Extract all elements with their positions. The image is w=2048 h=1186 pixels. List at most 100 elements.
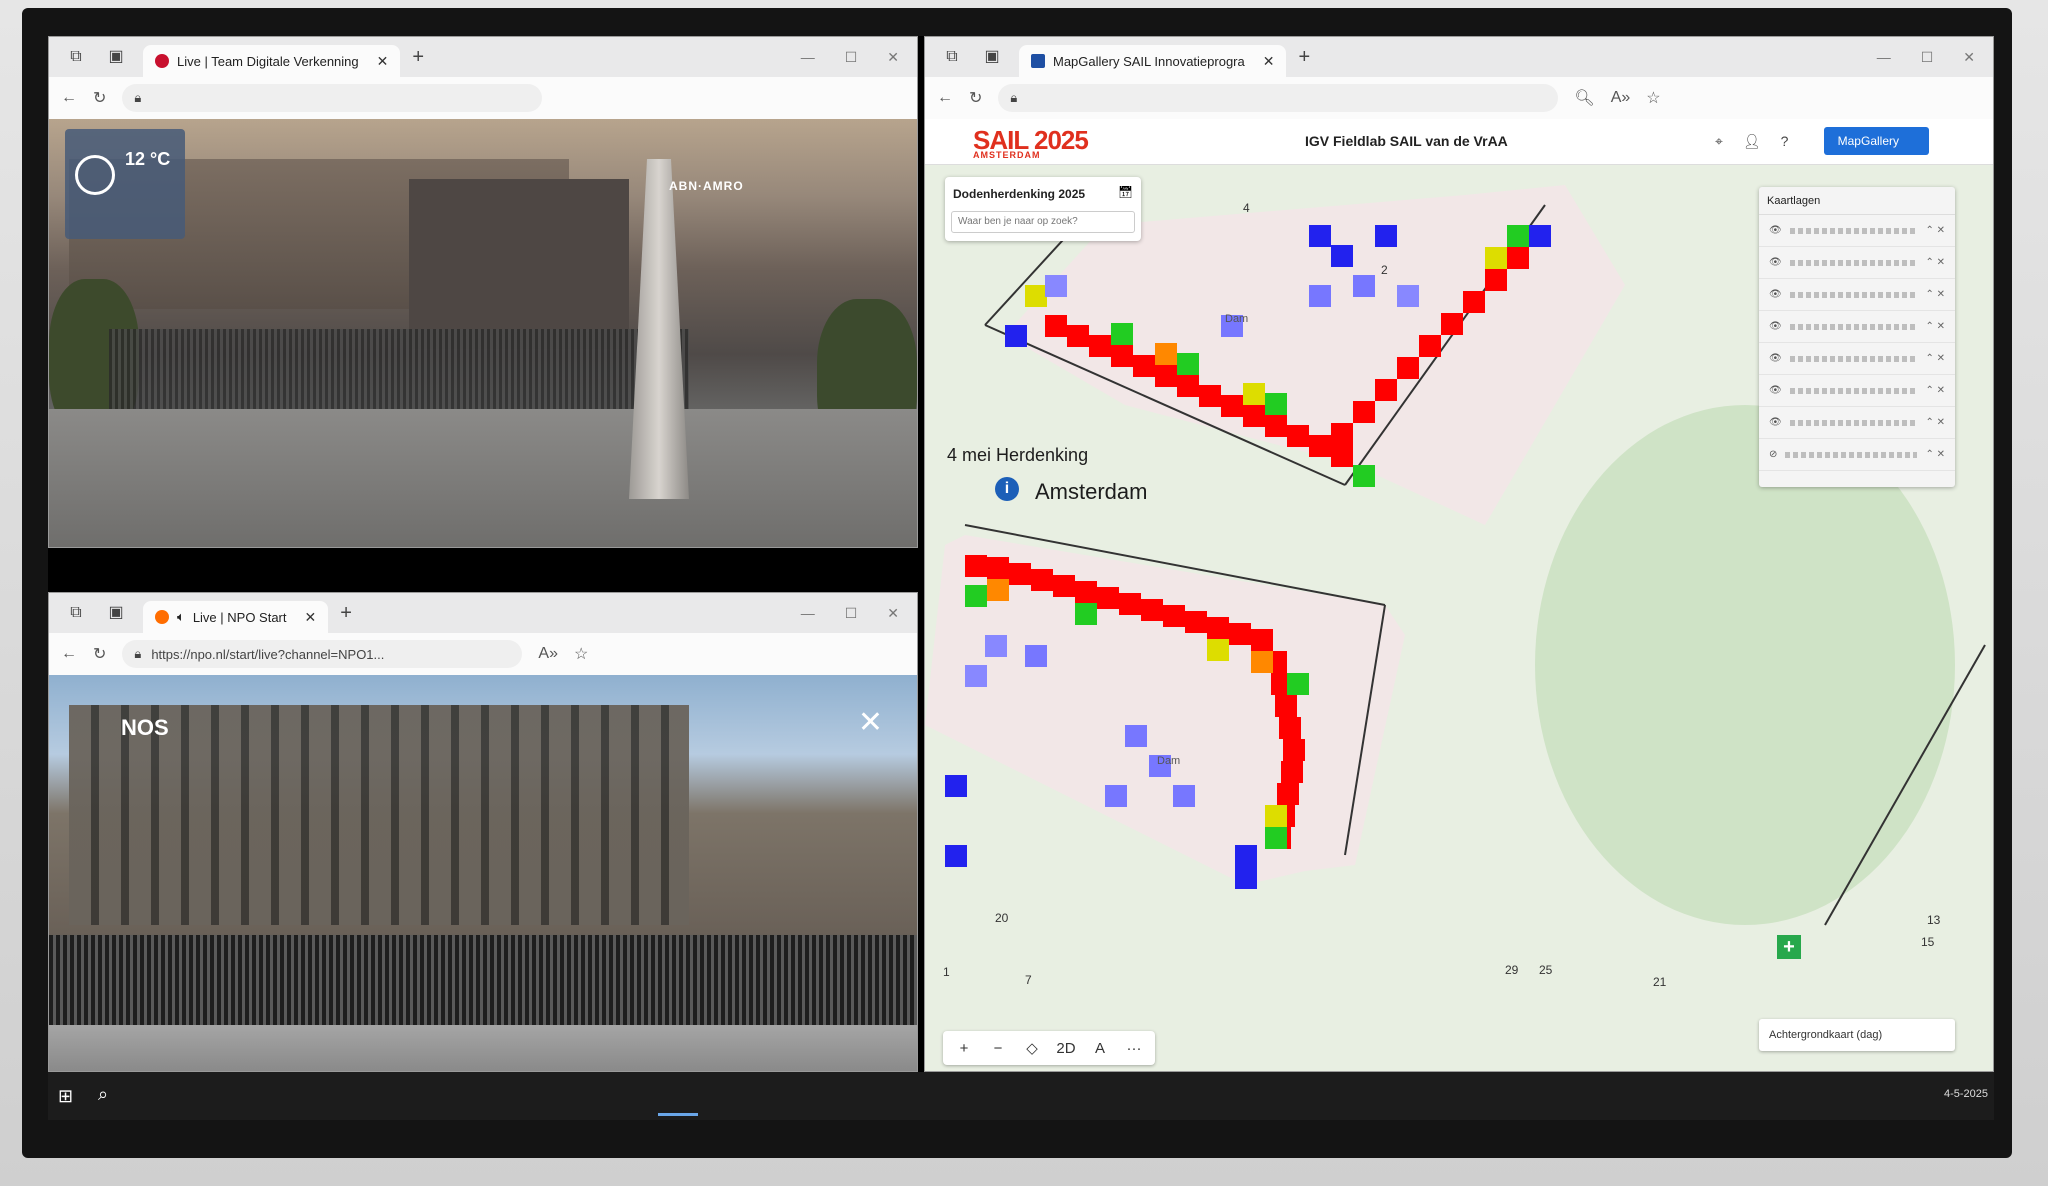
vertical-tabs-icon[interactable]: ▣ (103, 602, 129, 624)
measure-button[interactable]: A (1085, 1040, 1115, 1057)
eye-icon[interactable]: 👁︎ (1769, 321, 1782, 332)
location-icon[interactable]: ⌖ (1715, 133, 1723, 150)
new-tab-button[interactable]: + (1298, 46, 1310, 69)
layer-row[interactable]: 👁︎ ⌃ ✕ (1759, 343, 1955, 375)
layer-row[interactable]: 👁︎ ⌃ ✕ (1759, 279, 1955, 311)
map-label-dam: Dam (1225, 313, 1249, 325)
url-field[interactable]: 🔒︎ https://npo.nl/start/live?channel=NPO… (122, 640, 523, 668)
tab-mapgallery[interactable]: MapGallery SAIL Innovatieprogra ✕ (1019, 45, 1287, 77)
tab-strip: ⧉ ▣ MapGallery SAIL Innovatieprogra ✕ + … (925, 37, 1993, 77)
eye-icon[interactable]: 👁︎ (1769, 385, 1782, 396)
workspaces-icon[interactable]: ⧉ (63, 602, 89, 624)
zoom-in-button[interactable]: + (949, 1040, 979, 1057)
close-tab-icon[interactable]: ✕ (1263, 53, 1275, 70)
npo-video-player[interactable]: NOS ✕ (49, 675, 917, 1071)
layer-row[interactable]: 👁︎ ⌃ ✕ (1759, 247, 1955, 279)
house-number: 2 (1381, 263, 1388, 277)
minimize-icon[interactable]: — (1877, 49, 1891, 66)
vertical-tabs-icon[interactable]: ▣ (103, 46, 129, 68)
webcam-video-dam[interactable]: ABN·AMRO 12 °C (49, 119, 917, 547)
layer-controls[interactable]: ⌃ ✕ (1925, 225, 1945, 236)
read-aloud-icon[interactable]: A» (538, 645, 558, 663)
read-aloud-icon[interactable]: A» (1611, 89, 1631, 107)
search-icon[interactable]: ⌕ (98, 1084, 108, 1105)
info-pin-icon[interactable]: i (995, 477, 1019, 501)
browser-window-map: ⧉ ▣ MapGallery SAIL Innovatieprogra ✕ + … (924, 36, 1994, 1072)
2d-toggle-button[interactable]: 2D (1051, 1040, 1081, 1057)
eye-icon[interactable]: 👁︎ (1769, 257, 1782, 268)
eye-icon[interactable]: 👁︎ (1769, 289, 1782, 300)
house-number: 25 (1539, 963, 1553, 977)
tab-live-dam[interactable]: Live | Team Digitale Verkenning ✕ (143, 45, 401, 77)
heatmap-cell (1119, 593, 1141, 615)
taskbar-clock[interactable]: 4-5-2025 (1944, 1088, 1988, 1100)
new-tab-button[interactable]: + (412, 46, 424, 69)
url-field[interactable]: 🔒︎ (998, 84, 1559, 112)
layer-row[interactable]: ⊘ ⌃ ✕ (1759, 439, 1955, 471)
first-aid-icon[interactable]: + (1777, 935, 1801, 959)
back-icon[interactable]: ← (61, 89, 77, 107)
eye-off-icon[interactable]: ⊘ (1769, 449, 1777, 460)
favorite-star-icon[interactable]: ☆ (574, 644, 588, 664)
maximize-icon[interactable]: ☐ (1921, 49, 1934, 66)
layers-panel-title: Kaartlagen (1759, 187, 1955, 215)
layer-row[interactable]: 👁︎ ⌃ ✕ (1759, 311, 1955, 343)
compass-button[interactable]: ◇ (1017, 1039, 1047, 1057)
basemap-selector[interactable]: Achtergrondkaart (dag) (1759, 1019, 1955, 1051)
layer-controls[interactable]: ⌃ ✕ (1925, 321, 1945, 332)
close-tab-icon[interactable]: ✕ (377, 53, 389, 70)
windows-start-icon[interactable]: ⊞ (58, 1086, 73, 1107)
close-window-icon[interactable]: ✕ (887, 49, 899, 66)
map-canvas[interactable]: Dodenherdenking 2025 📅︎ Waar ben je naar… (925, 165, 1993, 1071)
layer-controls[interactable]: ⌃ ✕ (1925, 385, 1945, 396)
more-button[interactable]: ··· (1119, 1040, 1149, 1057)
minimize-icon[interactable]: — (801, 605, 815, 622)
zoom-icon[interactable]: 🔍︎ (1574, 88, 1594, 108)
workspaces-icon[interactable]: ⧉ (63, 46, 89, 68)
mapgallery-button[interactable]: MapGallery (1823, 127, 1929, 155)
maximize-icon[interactable]: ☐ (845, 605, 858, 622)
new-tab-button[interactable]: + (340, 602, 352, 625)
layer-controls[interactable]: ⌃ ✕ (1925, 417, 1945, 428)
close-overlay-icon[interactable]: ✕ (858, 705, 883, 740)
back-icon[interactable]: ← (937, 89, 953, 107)
layer-controls[interactable]: ⌃ ✕ (1925, 353, 1945, 364)
layer-row[interactable]: 👁︎ ⌃ ✕ (1759, 407, 1955, 439)
minimize-icon[interactable]: — (801, 49, 815, 66)
heatmap-cell (1045, 275, 1067, 297)
refresh-icon[interactable]: ↻ (969, 88, 982, 108)
back-icon[interactable]: ← (61, 645, 77, 663)
eye-icon[interactable]: 👁︎ (1769, 225, 1782, 236)
heatmap-cell (1353, 275, 1375, 297)
url-field[interactable]: 🔒︎ (122, 84, 543, 112)
layer-controls[interactable]: ⌃ ✕ (1925, 289, 1945, 300)
layer-row[interactable]: 👁︎ ⌃ ✕ (1759, 215, 1955, 247)
favorite-star-icon[interactable]: ☆ (1646, 88, 1660, 108)
help-icon[interactable]: ? (1781, 133, 1789, 150)
user-icon[interactable]: 👤︎ (1743, 133, 1761, 150)
layer-controls[interactable]: ⌃ ✕ (1925, 257, 1945, 268)
heatmap-cell (1155, 343, 1177, 365)
zoom-out-button[interactable]: − (983, 1040, 1013, 1057)
heatmap-cell (1221, 395, 1243, 417)
tab-label: MapGallery SAIL Innovatieprogra (1053, 53, 1245, 69)
building-church (409, 179, 629, 349)
close-window-icon[interactable]: ✕ (887, 605, 899, 622)
calendar-icon[interactable]: 📅︎ (1118, 185, 1133, 199)
npo-favicon-icon (155, 610, 169, 624)
refresh-icon[interactable]: ↻ (93, 644, 106, 664)
eye-icon[interactable]: 👁︎ (1769, 353, 1782, 364)
speaker-icon[interactable]: 🔈︎ (177, 609, 185, 625)
search-input[interactable]: Waar ben je naar op zoek? (951, 211, 1135, 233)
tab-live-npo[interactable]: 🔈︎ Live | NPO Start ✕ (143, 601, 329, 633)
workspaces-icon[interactable]: ⧉ (939, 46, 965, 68)
layer-row[interactable]: 👁︎ ⌃ ✕ (1759, 375, 1955, 407)
eye-icon[interactable]: 👁︎ (1769, 417, 1782, 428)
maximize-icon[interactable]: ☐ (845, 49, 858, 66)
heatmap-cell (1005, 325, 1027, 347)
refresh-icon[interactable]: ↻ (93, 88, 106, 108)
layer-controls[interactable]: ⌃ ✕ (1925, 449, 1945, 460)
close-window-icon[interactable]: ✕ (1963, 49, 1975, 66)
close-tab-icon[interactable]: ✕ (305, 609, 317, 626)
vertical-tabs-icon[interactable]: ▣ (979, 46, 1005, 68)
